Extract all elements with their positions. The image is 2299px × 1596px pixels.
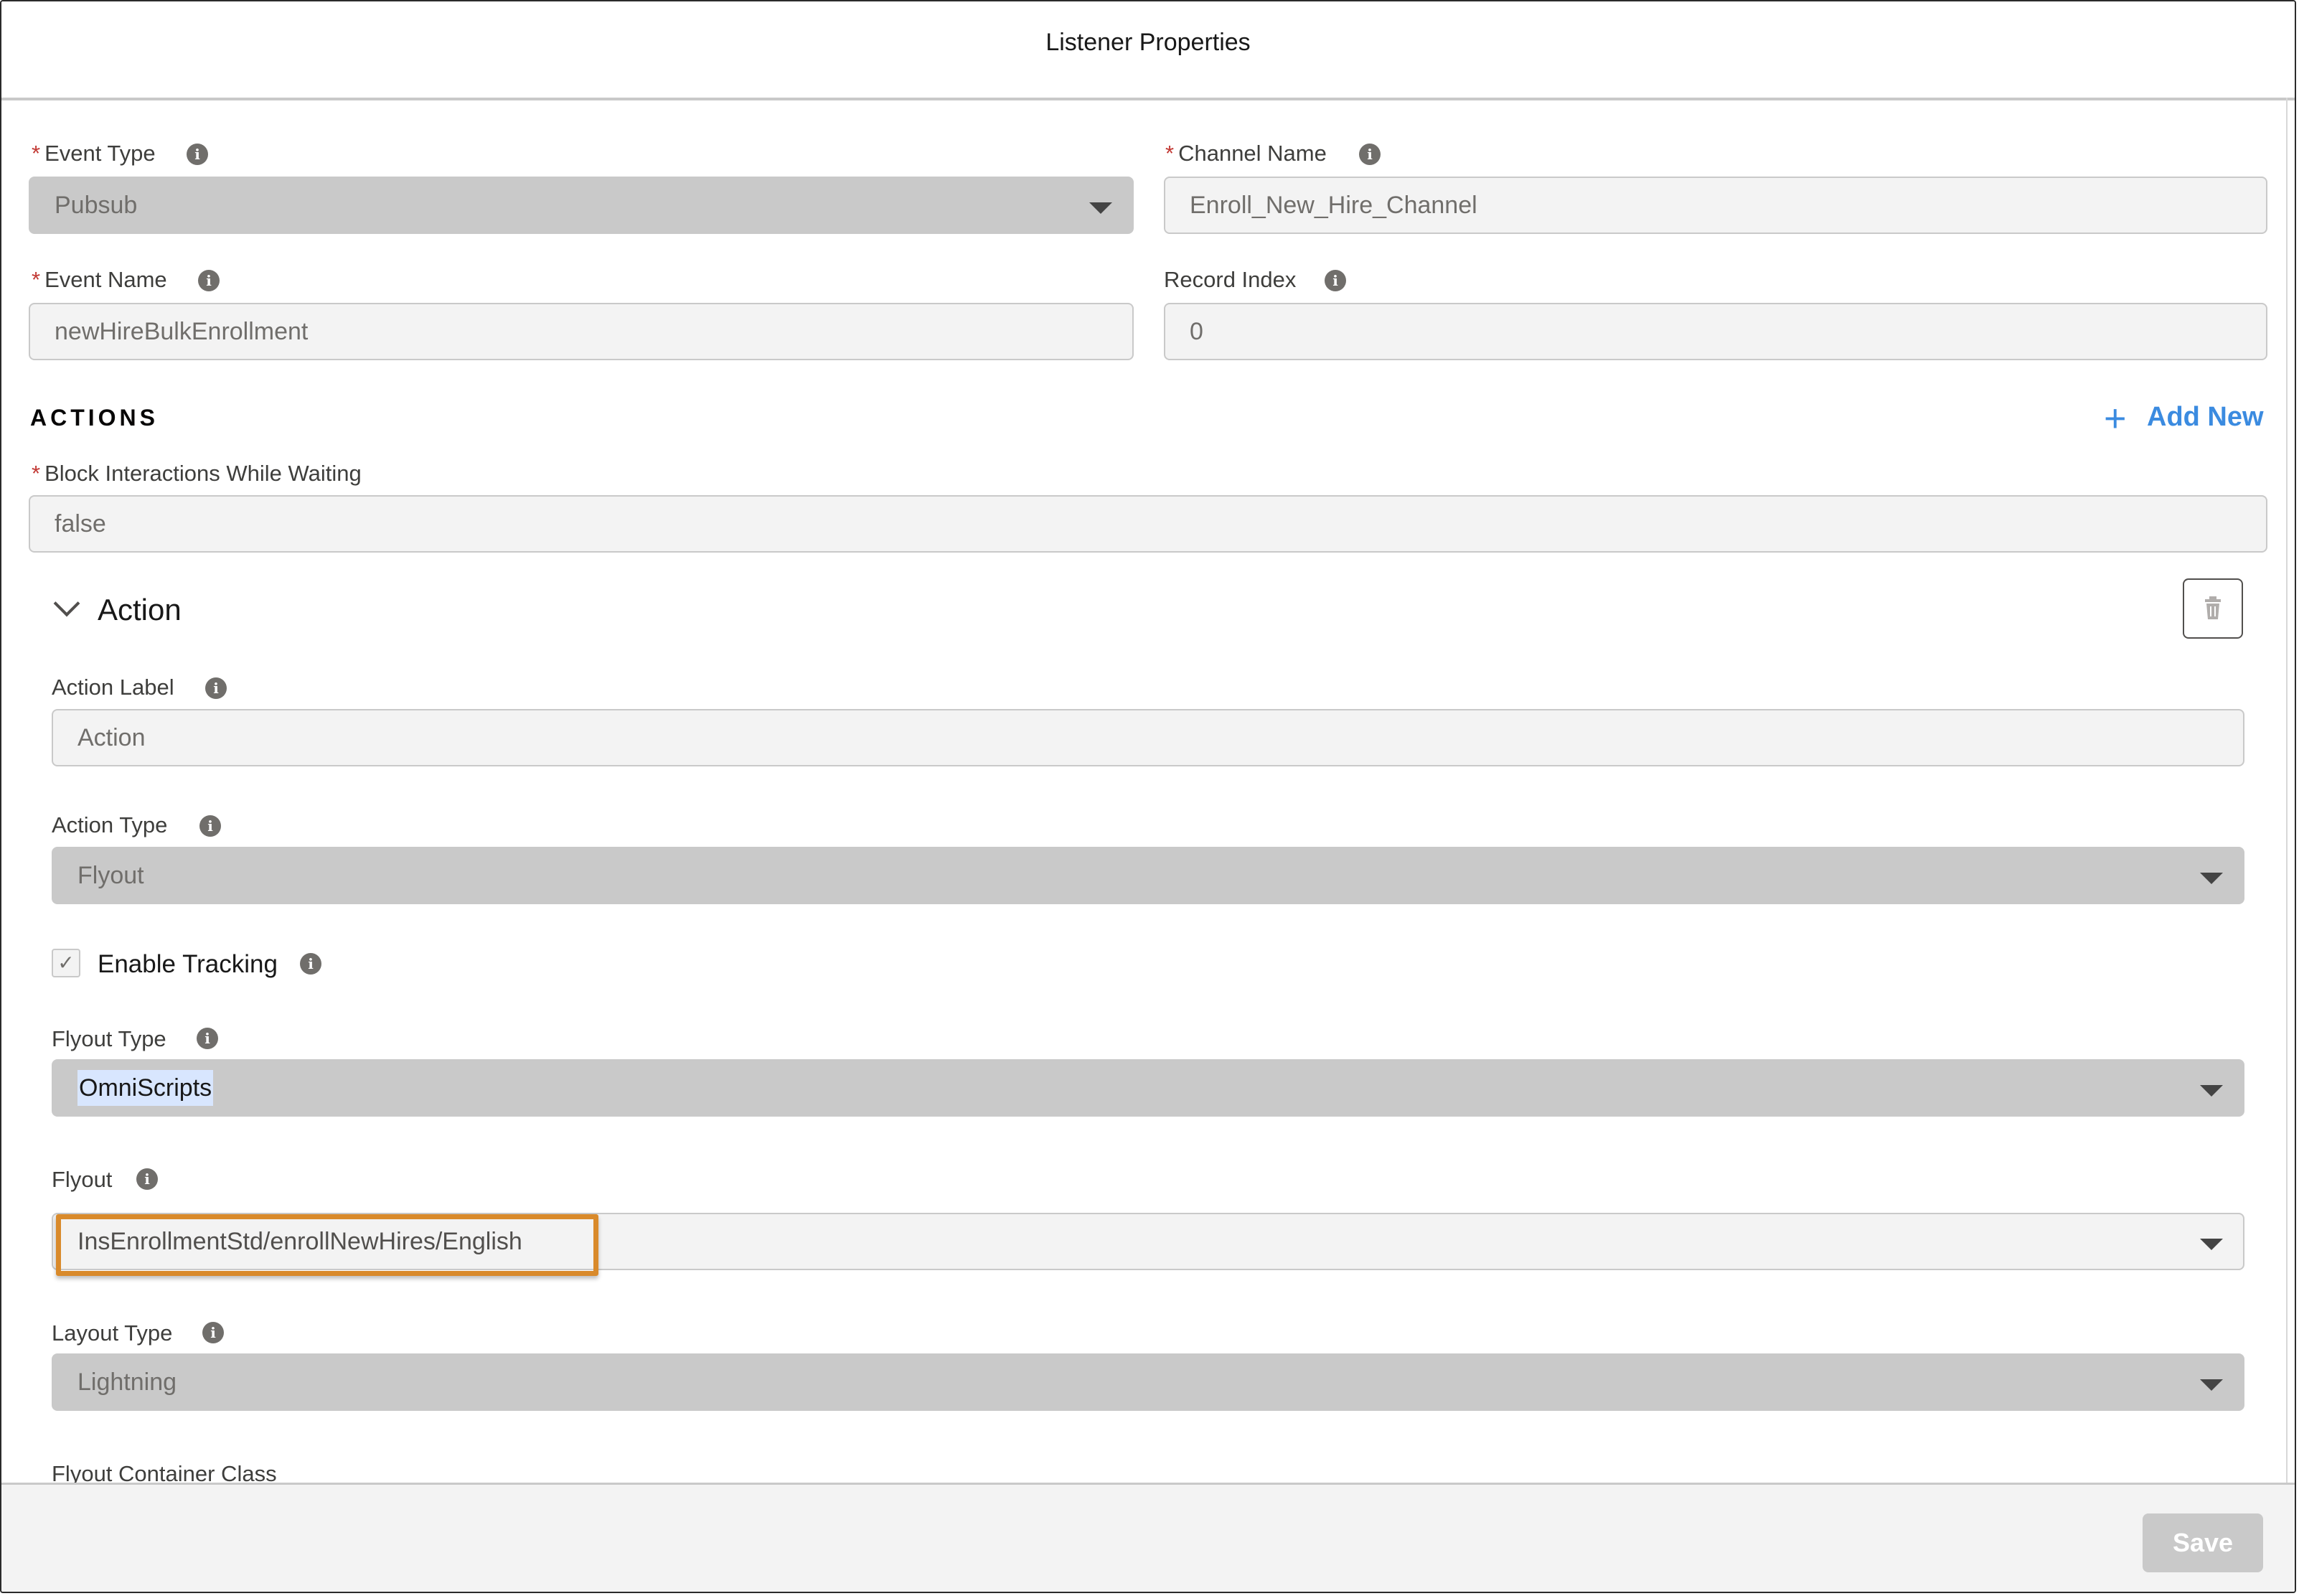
layout-type-label: Layout Type xyxy=(52,1320,173,1346)
block-interactions-label: * Block Interactions While Waiting xyxy=(32,461,362,486)
action-type-info-icon[interactable]: i xyxy=(199,815,221,837)
required-asterisk: * xyxy=(32,141,41,166)
event-type-info-icon[interactable]: i xyxy=(187,144,208,165)
scrollbar[interactable] xyxy=(2286,98,2295,1483)
action-label-value: Action xyxy=(77,724,146,751)
event-type-select[interactable]: Pubsub xyxy=(29,177,1134,234)
chevron-down-icon xyxy=(2200,1085,2223,1097)
event-name-info-icon[interactable]: i xyxy=(198,270,220,291)
layout-type-select[interactable]: Lightning xyxy=(52,1353,2244,1411)
layout-type-info-icon[interactable]: i xyxy=(202,1322,224,1343)
flyout-info-icon[interactable]: i xyxy=(136,1168,158,1190)
flyout-label: Flyout xyxy=(52,1167,113,1192)
modal-title: Listener Properties xyxy=(1045,29,1251,56)
modal-header: Listener Properties xyxy=(1,1,2295,100)
chevron-down-icon xyxy=(2200,1239,2223,1250)
chevron-down-icon[interactable] xyxy=(53,590,80,617)
event-name-label: * Event Name xyxy=(32,267,167,292)
add-new-button[interactable]: Add New xyxy=(2147,402,2264,433)
action-section-title[interactable]: Action xyxy=(98,593,182,627)
channel-name-value: Enroll_New_Hire_Channel xyxy=(1190,192,1477,219)
block-interactions-input[interactable]: false xyxy=(29,495,2267,553)
action-label-input[interactable]: Action xyxy=(52,709,2244,766)
flyout-type-select[interactable]: OmniScripts xyxy=(52,1059,2244,1117)
layout-type-value: Lightning xyxy=(77,1369,177,1396)
plus-icon[interactable]: + xyxy=(2104,399,2127,438)
channel-name-input[interactable]: Enroll_New_Hire_Channel xyxy=(1164,177,2267,234)
actions-section-title: ACTIONS xyxy=(30,405,159,431)
listener-properties-modal: Listener Properties * Event Type i Pubsub… xyxy=(0,0,2296,1593)
action-type-value: Flyout xyxy=(77,862,144,889)
required-asterisk: * xyxy=(32,461,41,486)
channel-name-info-icon[interactable]: i xyxy=(1359,144,1381,165)
event-name-input[interactable]: newHireBulkEnrollment xyxy=(29,303,1134,360)
chevron-down-icon xyxy=(2200,873,2223,884)
highlight-annotation-box xyxy=(56,1214,598,1276)
action-type-select[interactable]: Flyout xyxy=(52,847,2244,904)
enable-tracking-info-icon[interactable]: i xyxy=(300,953,321,975)
chevron-down-icon xyxy=(2200,1379,2223,1391)
save-button[interactable]: Save xyxy=(2143,1513,2263,1572)
required-asterisk: * xyxy=(32,267,41,292)
event-type-value: Pubsub xyxy=(55,192,138,219)
action-label-info-icon[interactable]: i xyxy=(205,677,227,699)
delete-action-button[interactable] xyxy=(2183,578,2243,639)
channel-name-label: * Channel Name xyxy=(1165,141,1327,166)
record-index-info-icon[interactable]: i xyxy=(1325,270,1346,291)
event-name-value: newHireBulkEnrollment xyxy=(55,318,309,345)
enable-tracking-label: Enable Tracking xyxy=(98,950,278,978)
record-index-label: Record Index xyxy=(1164,267,1297,292)
modal-footer: Save xyxy=(1,1483,2295,1592)
chevron-down-icon xyxy=(1089,202,1112,214)
flyout-type-value: OmniScripts xyxy=(77,1070,214,1106)
trash-icon xyxy=(2205,596,2221,619)
enable-tracking-checkbox[interactable]: ✓ xyxy=(52,949,80,977)
record-index-value: 0 xyxy=(1190,318,1203,345)
action-label-label: Action Label xyxy=(52,675,174,700)
required-asterisk: * xyxy=(1165,141,1175,166)
record-index-input[interactable]: 0 xyxy=(1164,303,2267,360)
action-type-label: Action Type xyxy=(52,812,168,837)
event-type-label: * Event Type xyxy=(32,141,156,166)
block-interactions-value: false xyxy=(55,510,106,538)
flyout-type-label: Flyout Type xyxy=(52,1026,166,1051)
flyout-type-info-icon[interactable]: i xyxy=(197,1028,218,1049)
